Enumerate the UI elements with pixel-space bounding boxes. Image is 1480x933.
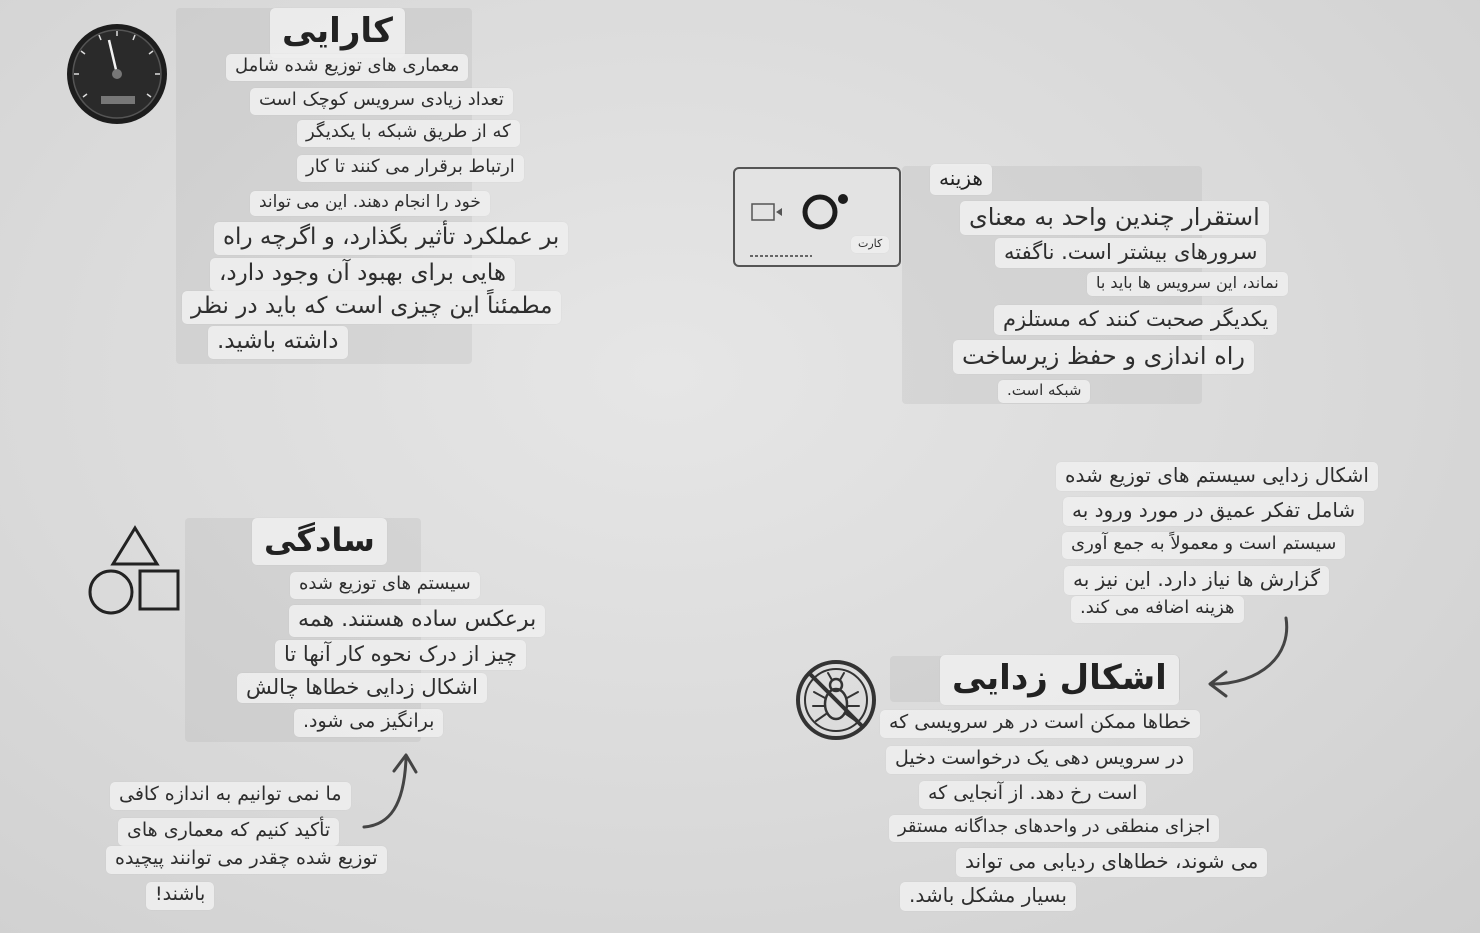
debugging-line: می شوند، خطاهای ردیابی می تواند bbox=[956, 848, 1268, 877]
debugging-note-line: گزارش ها نیاز دارد. این نیز به bbox=[1064, 566, 1329, 595]
debugging-line: بسیار مشکل باشد. bbox=[900, 882, 1076, 911]
simplicity-line: اشکال زدایی خطاها چالش bbox=[237, 673, 488, 704]
no-bug-icon bbox=[796, 660, 876, 740]
simplicity-line: برانگیز می شود. bbox=[294, 709, 444, 737]
performance-line: که از طریق شبکه با یکدیگر bbox=[297, 120, 520, 147]
cost-line: سرورهای بیشتر است. ناگفته bbox=[995, 238, 1267, 269]
simplicity-title: سادگی bbox=[252, 518, 387, 565]
cost-line: یکدیگر صحبت کنند که مستلزم bbox=[994, 305, 1278, 336]
performance-line: بر عملکرد تأثیر بگذارد، و اگرچه راه bbox=[214, 222, 569, 255]
debugging-line: در سرویس دهی یک درخواست دخیل bbox=[886, 746, 1193, 774]
speedometer-icon bbox=[67, 24, 167, 124]
performance-line: ارتباط برقرار می کنند تا کار bbox=[297, 155, 524, 182]
debugging-line: است رخ دهد. از آنجایی که bbox=[919, 781, 1147, 809]
debugging-note-line: سیستم است و معمولاً به جمع آوری bbox=[1062, 532, 1346, 559]
cost-line: استقرار چندین واحد به معنای bbox=[960, 201, 1269, 235]
debugging-note-line: شامل تفکر عمیق در مورد ورود به bbox=[1063, 497, 1365, 526]
simplicity-line: سیستم های توزیع شده bbox=[290, 572, 480, 599]
debugging-note-arrow bbox=[1208, 616, 1289, 698]
simplicity-note-arrow bbox=[362, 753, 418, 829]
cost-title: هزینه bbox=[930, 164, 992, 195]
performance-line: هایی برای بهبود آن وجود دارد، bbox=[210, 258, 515, 291]
performance-title: کارایی bbox=[270, 8, 405, 58]
simplicity-line: چیز از درک نحوه کار آنها تا bbox=[275, 640, 527, 671]
cost-line: نماند، این سرویس ها باید با bbox=[1087, 272, 1288, 296]
cost-line: راه اندازی و حفظ زیرساخت bbox=[953, 340, 1255, 374]
performance-line: تعداد زیادی سرویس کوچک است bbox=[250, 88, 513, 115]
debugging-line: اجزای منطقی در واحدهای جداگانه مستقر bbox=[889, 815, 1220, 842]
debugging-note-line: اشکال زدایی سیستم های توزیع شده bbox=[1056, 462, 1378, 491]
credit-card-icon bbox=[733, 167, 901, 267]
card-label: کارت bbox=[851, 236, 890, 253]
simplicity-note-line: توزیع شده چقدر می توانند پیچیده bbox=[106, 846, 387, 874]
performance-line: خود را انجام دهند. این می تواند bbox=[250, 191, 490, 217]
performance-line: معماری های توزیع شده شامل bbox=[226, 54, 469, 81]
cost-line: شبکه است. bbox=[998, 380, 1091, 403]
simplicity-note-line: تأکید کنیم که معماری های bbox=[118, 818, 340, 846]
simplicity-note-line: باشند! bbox=[146, 882, 215, 910]
performance-line: مطمئناً این چیزی است که باید در نظر bbox=[182, 291, 562, 324]
shapes-icon bbox=[88, 525, 180, 615]
simplicity-line: برعکس ساده هستند. همه bbox=[289, 605, 546, 637]
debugging-line: خطاها ممکن است در هر سرویسی که bbox=[880, 710, 1201, 738]
simplicity-note-line: ما نمی توانیم به اندازه کافی bbox=[110, 782, 351, 810]
debugging-title: اشکال زدایی bbox=[940, 655, 1179, 705]
performance-line: داشته باشید. bbox=[208, 326, 348, 359]
